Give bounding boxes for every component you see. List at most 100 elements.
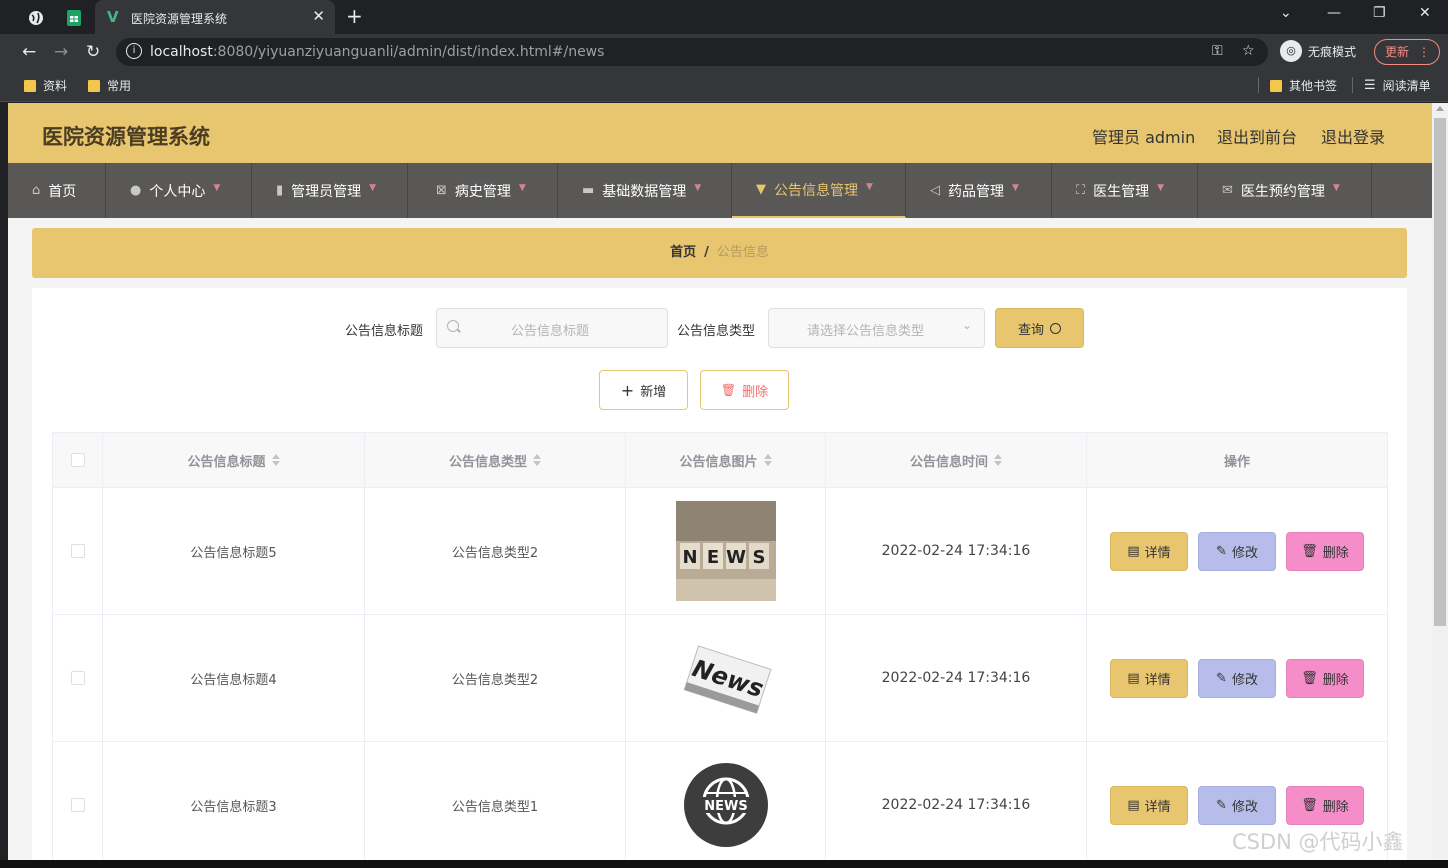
svg-text:N: N — [682, 547, 697, 568]
menu-item-doctor[interactable]: ⛶ 医生管理 ▼ — [1052, 163, 1198, 218]
edit-button[interactable]: ✎ 修改 — [1198, 785, 1276, 825]
info-icon[interactable]: i — [126, 43, 142, 59]
edit-button[interactable]: ✎ 修改 — [1198, 658, 1276, 698]
reload-icon[interactable]: ↻ — [86, 42, 100, 62]
update-button[interactable]: 更新 ⋮ — [1374, 39, 1440, 65]
new-tab-icon[interactable]: + — [346, 4, 363, 28]
sort-icon[interactable] — [994, 454, 1002, 466]
incognito-icon: ◎ — [1280, 40, 1302, 62]
fullscreen-icon: ⛶ — [1076, 183, 1086, 198]
add-button[interactable]: + 新增 — [599, 370, 688, 410]
trash-icon: 🗑 — [1301, 797, 1318, 813]
scrollbar-thumb[interactable] — [1434, 118, 1446, 626]
url-input[interactable]: i localhost:8080/yiyuanziyuanguanli/admi… — [116, 38, 1268, 66]
row-image-cell: News — [626, 615, 826, 741]
sort-icon[interactable] — [271, 454, 280, 466]
address-bar: ← → ↻ i localhost:8080/yiyuanziyuanguanl… — [0, 34, 1448, 70]
row-time: 2022-02-24 17:34:16 — [826, 488, 1087, 614]
detail-button[interactable]: ▤ 详情 — [1110, 785, 1188, 825]
news-globe-image[interactable]: NEWS — [675, 755, 776, 855]
edit-button[interactable]: ✎ 修改 — [1198, 531, 1276, 571]
bookmark-folder-changyong[interactable]: 常用 — [88, 77, 131, 94]
table-row: 公告信息标题3 公告信息类型1 NEWS 2022-02-24 17:34:16 — [53, 742, 1387, 860]
row-title: 公告信息标题3 — [103, 742, 365, 860]
header-title[interactable]: 公告信息标题 — [103, 433, 365, 487]
chevron-down-icon: ⌄ — [961, 318, 972, 332]
browser-tab-bar: V 医院资源管理系统 ✕ + ⌄ — ❐ ✕ — [0, 0, 1448, 34]
row-checkbox[interactable] — [70, 544, 85, 558]
detail-button[interactable]: ▤ 详情 — [1110, 658, 1188, 698]
folder-icon — [24, 79, 36, 92]
row-checkbox[interactable] — [70, 671, 85, 685]
sort-icon[interactable] — [763, 454, 772, 466]
reading-list-icon: ☰ — [1364, 78, 1376, 93]
bookmark-folder-ziliao[interactable]: 资料 — [24, 77, 67, 94]
menu-item-medicine[interactable]: ◁ 药品管理 ▼ — [906, 163, 1052, 218]
other-bookmarks[interactable]: 其他书签 — [1270, 77, 1337, 94]
chevron-down-icon[interactable]: ⌄ — [1280, 5, 1292, 21]
news-blocks-image[interactable]: N E W S — [675, 501, 776, 601]
globe-icon[interactable] — [22, 6, 50, 30]
back-icon[interactable]: ← — [22, 42, 36, 62]
breadcrumb-home[interactable]: 首页 — [670, 245, 696, 260]
select-all-checkbox[interactable] — [70, 453, 85, 467]
detail-button[interactable]: ▤ 详情 — [1110, 531, 1188, 571]
forward-icon[interactable]: → — [54, 42, 68, 62]
monitor-icon: ▬ — [582, 183, 595, 198]
delete-button[interactable]: 🗑 删除 — [1286, 531, 1364, 571]
menu-item-history[interactable]: ⊠ 病史管理 ▼ — [408, 163, 558, 218]
menu-label: 基础数据管理 — [602, 183, 687, 200]
reading-list[interactable]: ☰ 阅读清单 — [1364, 77, 1431, 94]
menu-item-personal[interactable]: ● 个人中心 ▼ — [106, 163, 252, 218]
window-close-icon[interactable]: ✕ — [1419, 5, 1431, 21]
header-image[interactable]: 公告信息图片 — [626, 433, 826, 487]
trash-icon: 🗑 — [1301, 543, 1318, 559]
taskbar — [0, 860, 1448, 868]
menu-item-basic-data[interactable]: ▬ 基础数据管理 ▼ — [558, 163, 732, 218]
close-icon[interactable]: ✕ — [312, 7, 325, 25]
type-select[interactable]: 请选择公告信息类型 ⌄ — [768, 308, 985, 348]
logout-link[interactable]: 退出登录 — [1321, 124, 1385, 148]
key-icon[interactable]: ⚿ — [1212, 43, 1223, 59]
incognito-indicator[interactable]: ◎ 无痕模式 — [1280, 40, 1356, 62]
menu-item-appointment[interactable]: ✉ 医生预约管理 ▼ — [1198, 163, 1372, 218]
minimize-icon[interactable]: — — [1327, 5, 1341, 21]
select-all-cell — [53, 433, 103, 487]
content-card: 公告信息标题 公告信息标题 公告信息类型 请选择公告信息类型 ⌄ 查询 + 新增 … — [32, 288, 1407, 860]
chevron-down-icon: ▼ — [1012, 182, 1019, 193]
user-icon: ● — [130, 183, 142, 198]
sheets-icon[interactable] — [60, 6, 88, 30]
batch-delete-button[interactable]: 🗑 删除 — [700, 370, 789, 410]
star-icon[interactable]: ☆ — [1242, 43, 1255, 59]
menu-item-news[interactable]: ▼ 公告信息管理 ▼ — [732, 163, 906, 218]
current-user: 管理员 admin — [1092, 128, 1196, 147]
folder-icon — [88, 79, 100, 92]
edit-label: 修改 — [1231, 799, 1258, 815]
type-filter-label: 公告信息类型 — [677, 324, 756, 339]
query-button[interactable]: 查询 — [995, 308, 1084, 348]
header-time[interactable]: 公告信息时间 — [826, 433, 1087, 487]
menu-label: 个人中心 — [149, 183, 206, 200]
page: 医院资源管理系统 管理员 admin 退出到前台 退出登录 ⌂ 首页 ● 个人中心 ▼… — [8, 103, 1432, 860]
more-icon: ⋮ — [1418, 45, 1430, 59]
search-icon — [1050, 322, 1061, 334]
table-row: 公告信息标题5 公告信息类型2 N E W S 2022-02-24 17:34… — [53, 488, 1387, 615]
table-row: 公告信息标题4 公告信息类型2 News 2022-02-24 17:34:16… — [53, 615, 1387, 742]
tab-active[interactable]: V 医院资源管理系统 ✕ — [95, 0, 335, 34]
restore-icon[interactable]: ❐ — [1373, 5, 1386, 21]
page-scrollbar[interactable] — [1432, 103, 1448, 860]
home-icon: ⌂ — [32, 183, 41, 198]
exit-to-front-link[interactable]: 退出到前台 — [1217, 124, 1297, 148]
url-text: localhost:8080/yiyuanziyuanguanli/admin/… — [150, 44, 605, 60]
menu-item-home[interactable]: ⌂ 首页 — [8, 163, 106, 218]
news-paper-image[interactable]: News — [675, 628, 776, 728]
title-search-input[interactable]: 公告信息标题 — [436, 308, 668, 348]
chevron-down-icon: ▼ — [369, 182, 377, 193]
menu-item-admin[interactable]: ▮ 管理员管理 ▼ — [252, 163, 408, 218]
sort-icon[interactable] — [533, 454, 541, 466]
header-type[interactable]: 公告信息类型 — [365, 433, 626, 487]
scroll-up-icon[interactable] — [1436, 106, 1444, 111]
delete-button[interactable]: 🗑 删除 — [1286, 658, 1364, 698]
row-checkbox[interactable] — [70, 798, 85, 812]
delete-button[interactable]: 🗑 删除 — [1286, 785, 1364, 825]
